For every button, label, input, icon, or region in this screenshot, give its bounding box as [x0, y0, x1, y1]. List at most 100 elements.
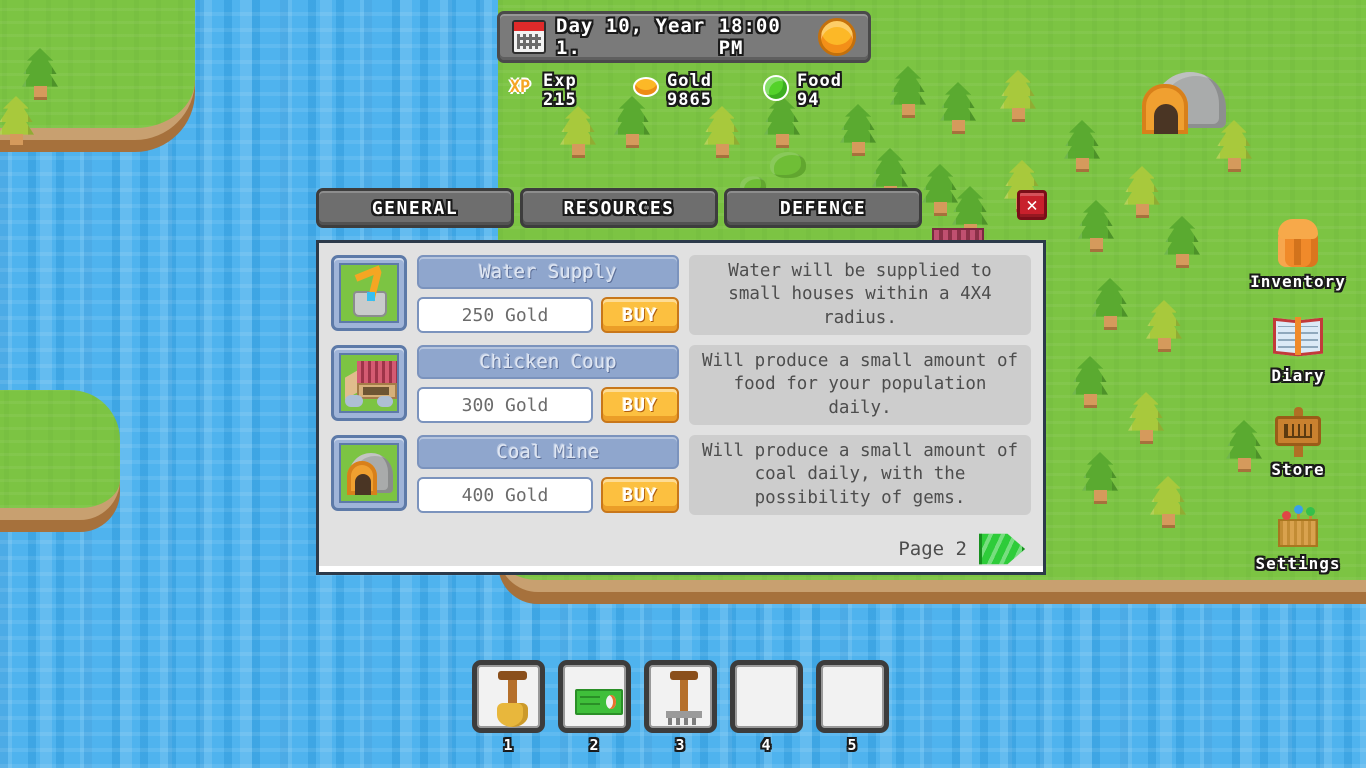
item-description-box: Water will be supplied to small houses w…	[689, 255, 1031, 335]
item-name: Chicken Coup	[479, 351, 617, 373]
time-text: 18:00 PM	[718, 15, 781, 59]
calendar-icon	[512, 20, 546, 54]
item-description: Will produce a small amount of coal dail…	[701, 440, 1019, 508]
hotbar-slot-1: 1	[472, 660, 545, 754]
slot-number: 1	[503, 736, 514, 754]
sidebar-item-label: Inventory	[1250, 272, 1346, 291]
slot-number: 2	[589, 736, 600, 754]
gold-icon	[633, 77, 659, 97]
resource-bar: XP Exp 215 Gold 9865 Food 94	[505, 71, 905, 128]
item-name-plate: Water Supply	[417, 255, 679, 289]
tree	[1078, 452, 1122, 506]
buy-label: BUY	[622, 304, 658, 326]
shop-panel: Water Supply 250 Gold BUY Water will be …	[316, 240, 1046, 575]
tree	[18, 48, 62, 102]
shovel-icon	[477, 665, 540, 728]
item-price: 300 Gold	[461, 394, 549, 416]
game-screen: Day 10, Year 1. 18:00 PM XP Exp 215 Gold…	[0, 0, 1366, 768]
tab-resources[interactable]: RESOURCES	[520, 188, 718, 228]
tree	[1060, 120, 1104, 174]
store-sign-icon	[1270, 403, 1326, 459]
tree	[1068, 356, 1112, 410]
sun-icon	[818, 18, 856, 56]
resource-label: Gold	[667, 71, 712, 91]
sidebar-item-inventory[interactable]: Inventory	[1250, 215, 1346, 291]
hotbar-slot-4: 4	[730, 660, 803, 754]
tab-label: DEFENCE	[779, 197, 867, 219]
item-price-field: 300 Gold	[417, 387, 593, 423]
item-thumbnail[interactable]	[331, 435, 407, 511]
sidebar: Inventory Diary Store Settings	[1238, 215, 1358, 573]
hotbar: 1 2 3 4 5	[472, 660, 889, 754]
item-name: Coal Mine	[496, 441, 600, 463]
shop-item-row: Coal Mine 400 Gold BUY Will produce a sm…	[331, 435, 1031, 515]
slot-number: 4	[761, 736, 772, 754]
shop-tabs: GENERAL RESOURCES DEFENCE	[316, 188, 922, 228]
hotbar-slot-button[interactable]	[558, 660, 631, 733]
item-name-plate: Coal Mine	[417, 435, 679, 469]
seed-packet-icon	[563, 665, 626, 728]
tree	[0, 96, 38, 150]
next-page-button[interactable]	[979, 529, 1025, 569]
resource-label: Exp	[543, 71, 577, 91]
xp-icon: XP	[509, 77, 531, 97]
sidebar-item-label: Store	[1271, 460, 1325, 479]
tab-defence[interactable]: DEFENCE	[724, 188, 922, 228]
sidebar-item-settings[interactable]: Settings	[1255, 497, 1340, 573]
hotbar-slot-5: 5	[816, 660, 889, 754]
book-icon	[1270, 309, 1326, 365]
item-thumbnail[interactable]	[331, 345, 407, 421]
hotbar-slot-3: 3	[644, 660, 717, 754]
buy-label: BUY	[622, 484, 658, 506]
sidebar-item-label: Diary	[1271, 366, 1325, 385]
resource-value: 9865	[667, 90, 712, 111]
item-thumbnail[interactable]	[331, 255, 407, 331]
tab-label: RESOURCES	[563, 197, 675, 219]
hotbar-slot-2: 2	[558, 660, 631, 754]
item-price: 250 Gold	[461, 304, 549, 326]
item-name-plate: Chicken Coup	[417, 345, 679, 379]
item-description-box: Will produce a small amount of coal dail…	[689, 435, 1031, 515]
buy-button[interactable]: BUY	[601, 297, 679, 333]
sidebar-item-label: Settings	[1255, 554, 1341, 573]
shop-item-row: Chicken Coup 300 Gold BUY Will produce a…	[331, 345, 1031, 425]
close-button[interactable]: ✕	[1017, 190, 1047, 220]
resource-food: Food 94	[763, 71, 842, 110]
hotbar-slot-button[interactable]	[730, 660, 803, 733]
slot-number: 3	[675, 736, 686, 754]
tree	[1124, 392, 1168, 446]
shop-item-row: Water Supply 250 Gold BUY Water will be …	[331, 255, 1031, 335]
item-price-field: 250 Gold	[417, 297, 593, 333]
hotbar-slot-button[interactable]	[644, 660, 717, 733]
food-icon	[763, 75, 789, 101]
chicken-coup-icon	[339, 353, 399, 413]
item-price-field: 400 Gold	[417, 477, 593, 513]
backpack-icon	[1270, 215, 1326, 271]
sidebar-item-store[interactable]: Store	[1270, 403, 1326, 479]
page-label: Page 2	[898, 538, 967, 560]
resource-gold: Gold 9865	[633, 71, 712, 111]
tree	[1142, 300, 1186, 354]
buy-button[interactable]: BUY	[601, 387, 679, 423]
slot-number: 5	[847, 736, 858, 754]
buy-button[interactable]: BUY	[601, 477, 679, 513]
tree	[1074, 200, 1118, 254]
shop-item-list: Water Supply 250 Gold BUY Water will be …	[331, 255, 1031, 515]
item-description: Will produce a small amount of food for …	[701, 350, 1019, 418]
tree	[1088, 278, 1132, 332]
rake-icon	[649, 665, 712, 728]
coal-mine-icon	[339, 443, 399, 503]
pagination: Page 2	[331, 529, 1031, 569]
hotbar-slot-button[interactable]	[472, 660, 545, 733]
tab-general[interactable]: GENERAL	[316, 188, 514, 228]
bush	[770, 152, 806, 178]
basket-icon	[1270, 497, 1326, 553]
item-name: Water Supply	[479, 261, 617, 283]
sidebar-item-diary[interactable]: Diary	[1270, 309, 1326, 385]
coal-mine-structure	[1140, 72, 1226, 134]
hotbar-slot-button[interactable]	[816, 660, 889, 733]
land-mass-west	[0, 390, 120, 520]
item-price: 400 Gold	[461, 484, 549, 506]
resource-exp: XP Exp 215	[505, 71, 577, 110]
item-description: Water will be supplied to small houses w…	[728, 260, 992, 328]
